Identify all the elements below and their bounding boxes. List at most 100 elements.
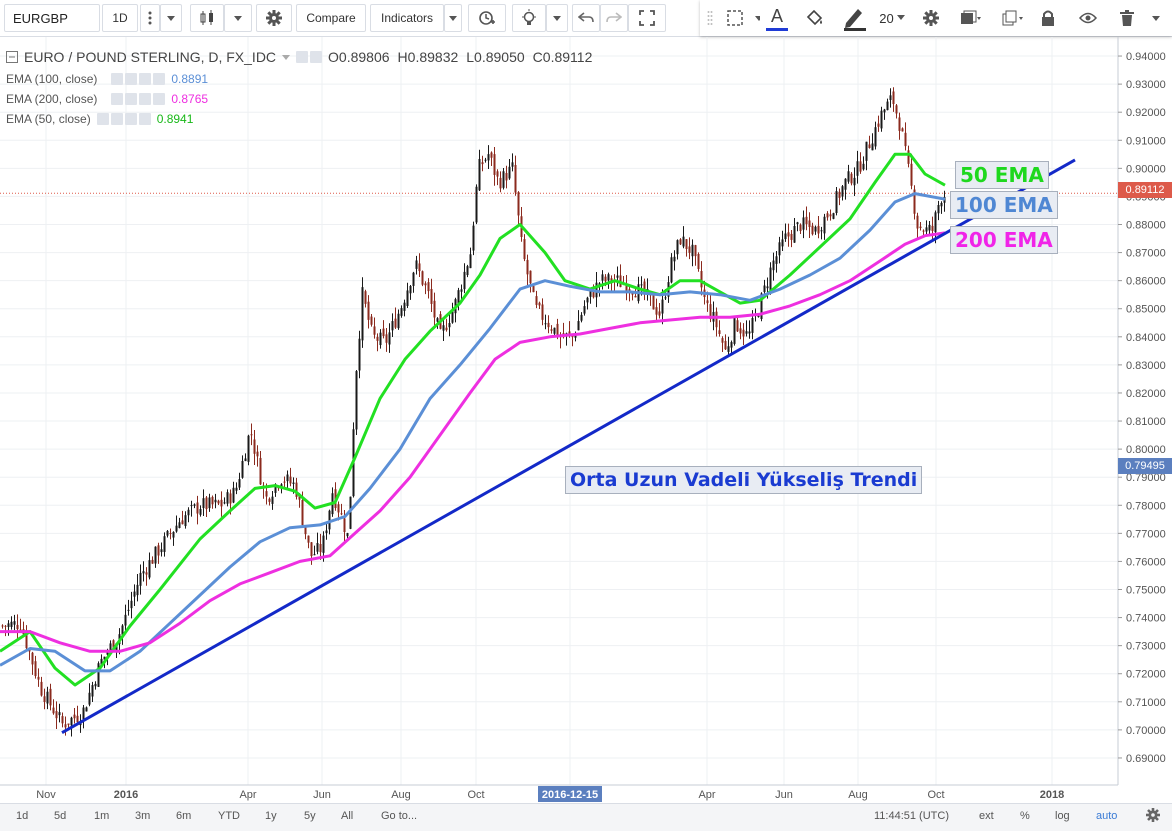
candle-body <box>835 191 838 213</box>
pencil-icon[interactable] <box>838 4 872 32</box>
candle-body <box>811 225 814 235</box>
undo-icon[interactable] <box>572 4 600 32</box>
candle-body <box>691 244 694 257</box>
candle-body <box>829 214 832 217</box>
range-1m[interactable]: 1m <box>94 810 109 822</box>
clone-icon[interactable] <box>994 4 1030 32</box>
range-all[interactable]: All <box>341 810 353 822</box>
more-vertical-icon[interactable] <box>140 4 160 32</box>
candle-body <box>286 474 289 482</box>
candle-body <box>382 328 385 337</box>
candle-body <box>46 691 49 704</box>
candle-body <box>82 707 85 720</box>
range-1d[interactable]: 1d <box>16 810 28 822</box>
candle-body <box>376 336 379 341</box>
trash-icon[interactable] <box>1112 4 1142 32</box>
range-5y[interactable]: 5y <box>304 810 316 822</box>
legend-controls[interactable] <box>296 51 323 63</box>
ext-toggle[interactable]: ext <box>979 810 994 822</box>
lightbulb-icon[interactable] <box>512 4 546 32</box>
log-toggle[interactable]: log <box>1055 810 1070 822</box>
ema100-legend: EMA (100, close) 0.8891 <box>6 72 208 86</box>
alert-clock-icon[interactable] <box>468 4 506 32</box>
collapse-icon[interactable] <box>6 51 18 63</box>
candle-body <box>577 321 580 331</box>
candle-body <box>514 165 517 193</box>
candle-body <box>391 321 394 331</box>
candle-body <box>397 313 400 329</box>
candle-body <box>49 688 52 706</box>
ideas-dropdown-icon[interactable] <box>546 4 568 32</box>
drawing-toolbar: A 20 <box>700 0 1172 36</box>
goto-button[interactable]: Go to... <box>381 810 417 822</box>
annotation-trend[interactable]: Orta Uzun Vadeli Yükseliş Trendi <box>565 466 923 494</box>
compare-button[interactable]: Compare <box>296 4 366 32</box>
range-6m[interactable]: 6m <box>176 810 191 822</box>
annotation-200-ema[interactable]: 200 EMA <box>950 226 1058 254</box>
candle-body <box>304 526 307 535</box>
candle-body <box>472 225 475 251</box>
candle-body <box>604 276 607 282</box>
candle-body <box>16 624 19 630</box>
symbol-title: EURO / POUND STERLING, D, FX_IDC <box>24 49 277 65</box>
drag-handle-icon[interactable] <box>704 4 716 32</box>
candle-body <box>895 105 898 114</box>
time-tick-label: Aug <box>848 789 868 801</box>
indicators-button[interactable]: Indicators <box>370 4 444 32</box>
range-1y[interactable]: 1y <box>265 810 277 822</box>
gear-icon[interactable] <box>256 4 292 32</box>
candle-body <box>214 499 217 503</box>
candle-body <box>142 571 145 574</box>
symbol-search-input[interactable]: EURGBP <box>4 4 100 32</box>
ema100-controls[interactable] <box>111 73 166 85</box>
candle-body <box>670 257 673 283</box>
time-tick-label: Jun <box>313 789 331 801</box>
candle-body <box>88 692 91 705</box>
candle-body <box>616 275 619 278</box>
settings-gear-icon[interactable] <box>916 4 946 32</box>
chart-type-dropdown-icon[interactable] <box>224 4 252 32</box>
time-tick-label: Oct <box>927 789 944 801</box>
interval-button[interactable]: 1D <box>102 4 138 32</box>
range-3m[interactable]: 3m <box>135 810 150 822</box>
lock-icon[interactable] <box>1034 4 1062 32</box>
candle-body <box>256 451 259 457</box>
annotation-50-ema[interactable]: 50 EMA <box>955 161 1049 189</box>
auto-toggle[interactable]: auto <box>1096 810 1117 822</box>
text-color-icon[interactable]: A <box>760 4 794 32</box>
candle-body <box>271 496 274 504</box>
price-chart[interactable]: 0.69000 0.70000 0.71000 0.72000 0.73000 0.740… <box>0 37 1172 803</box>
candle-body <box>73 714 76 719</box>
candle-body <box>745 331 748 334</box>
indicators-dropdown-icon[interactable] <box>444 4 462 32</box>
eye-icon[interactable] <box>1072 4 1104 32</box>
candles <box>1 87 946 737</box>
fill-bucket-icon[interactable] <box>798 4 832 32</box>
candle-body <box>388 332 391 345</box>
candle-body <box>52 707 55 714</box>
range-ytd[interactable]: YTD <box>218 810 240 822</box>
fullscreen-icon[interactable] <box>628 4 666 32</box>
candle-body <box>433 300 436 318</box>
symbol-legend: EURO / POUND STERLING, D, FX_IDC O0.8980… <box>6 49 592 65</box>
candle-body <box>43 696 46 703</box>
candle-body <box>172 531 175 538</box>
candles-icon[interactable] <box>190 4 224 32</box>
percent-toggle[interactable]: % <box>1020 810 1030 822</box>
settings-icon[interactable] <box>1146 808 1160 825</box>
layers-icon[interactable] <box>952 4 988 32</box>
selection-box-icon[interactable] <box>720 4 752 32</box>
candle-body <box>316 543 319 552</box>
ema50-controls[interactable] <box>96 113 151 125</box>
candle-body <box>448 323 451 328</box>
candle-body <box>493 154 496 175</box>
candle-body <box>340 513 343 515</box>
annotation-100-ema[interactable]: 100 EMA <box>950 191 1058 219</box>
chart-area[interactable]: 0.69000 0.70000 0.71000 0.72000 0.73000 0.740… <box>0 37 1172 803</box>
font-size-select[interactable]: 20 <box>876 4 910 32</box>
ema200-controls[interactable] <box>111 93 166 105</box>
interval-dropdown-icon[interactable] <box>160 4 182 32</box>
range-5d[interactable]: 5d <box>54 810 66 822</box>
redo-icon[interactable] <box>600 4 628 32</box>
trash-dropdown-icon[interactable] <box>1146 4 1166 32</box>
